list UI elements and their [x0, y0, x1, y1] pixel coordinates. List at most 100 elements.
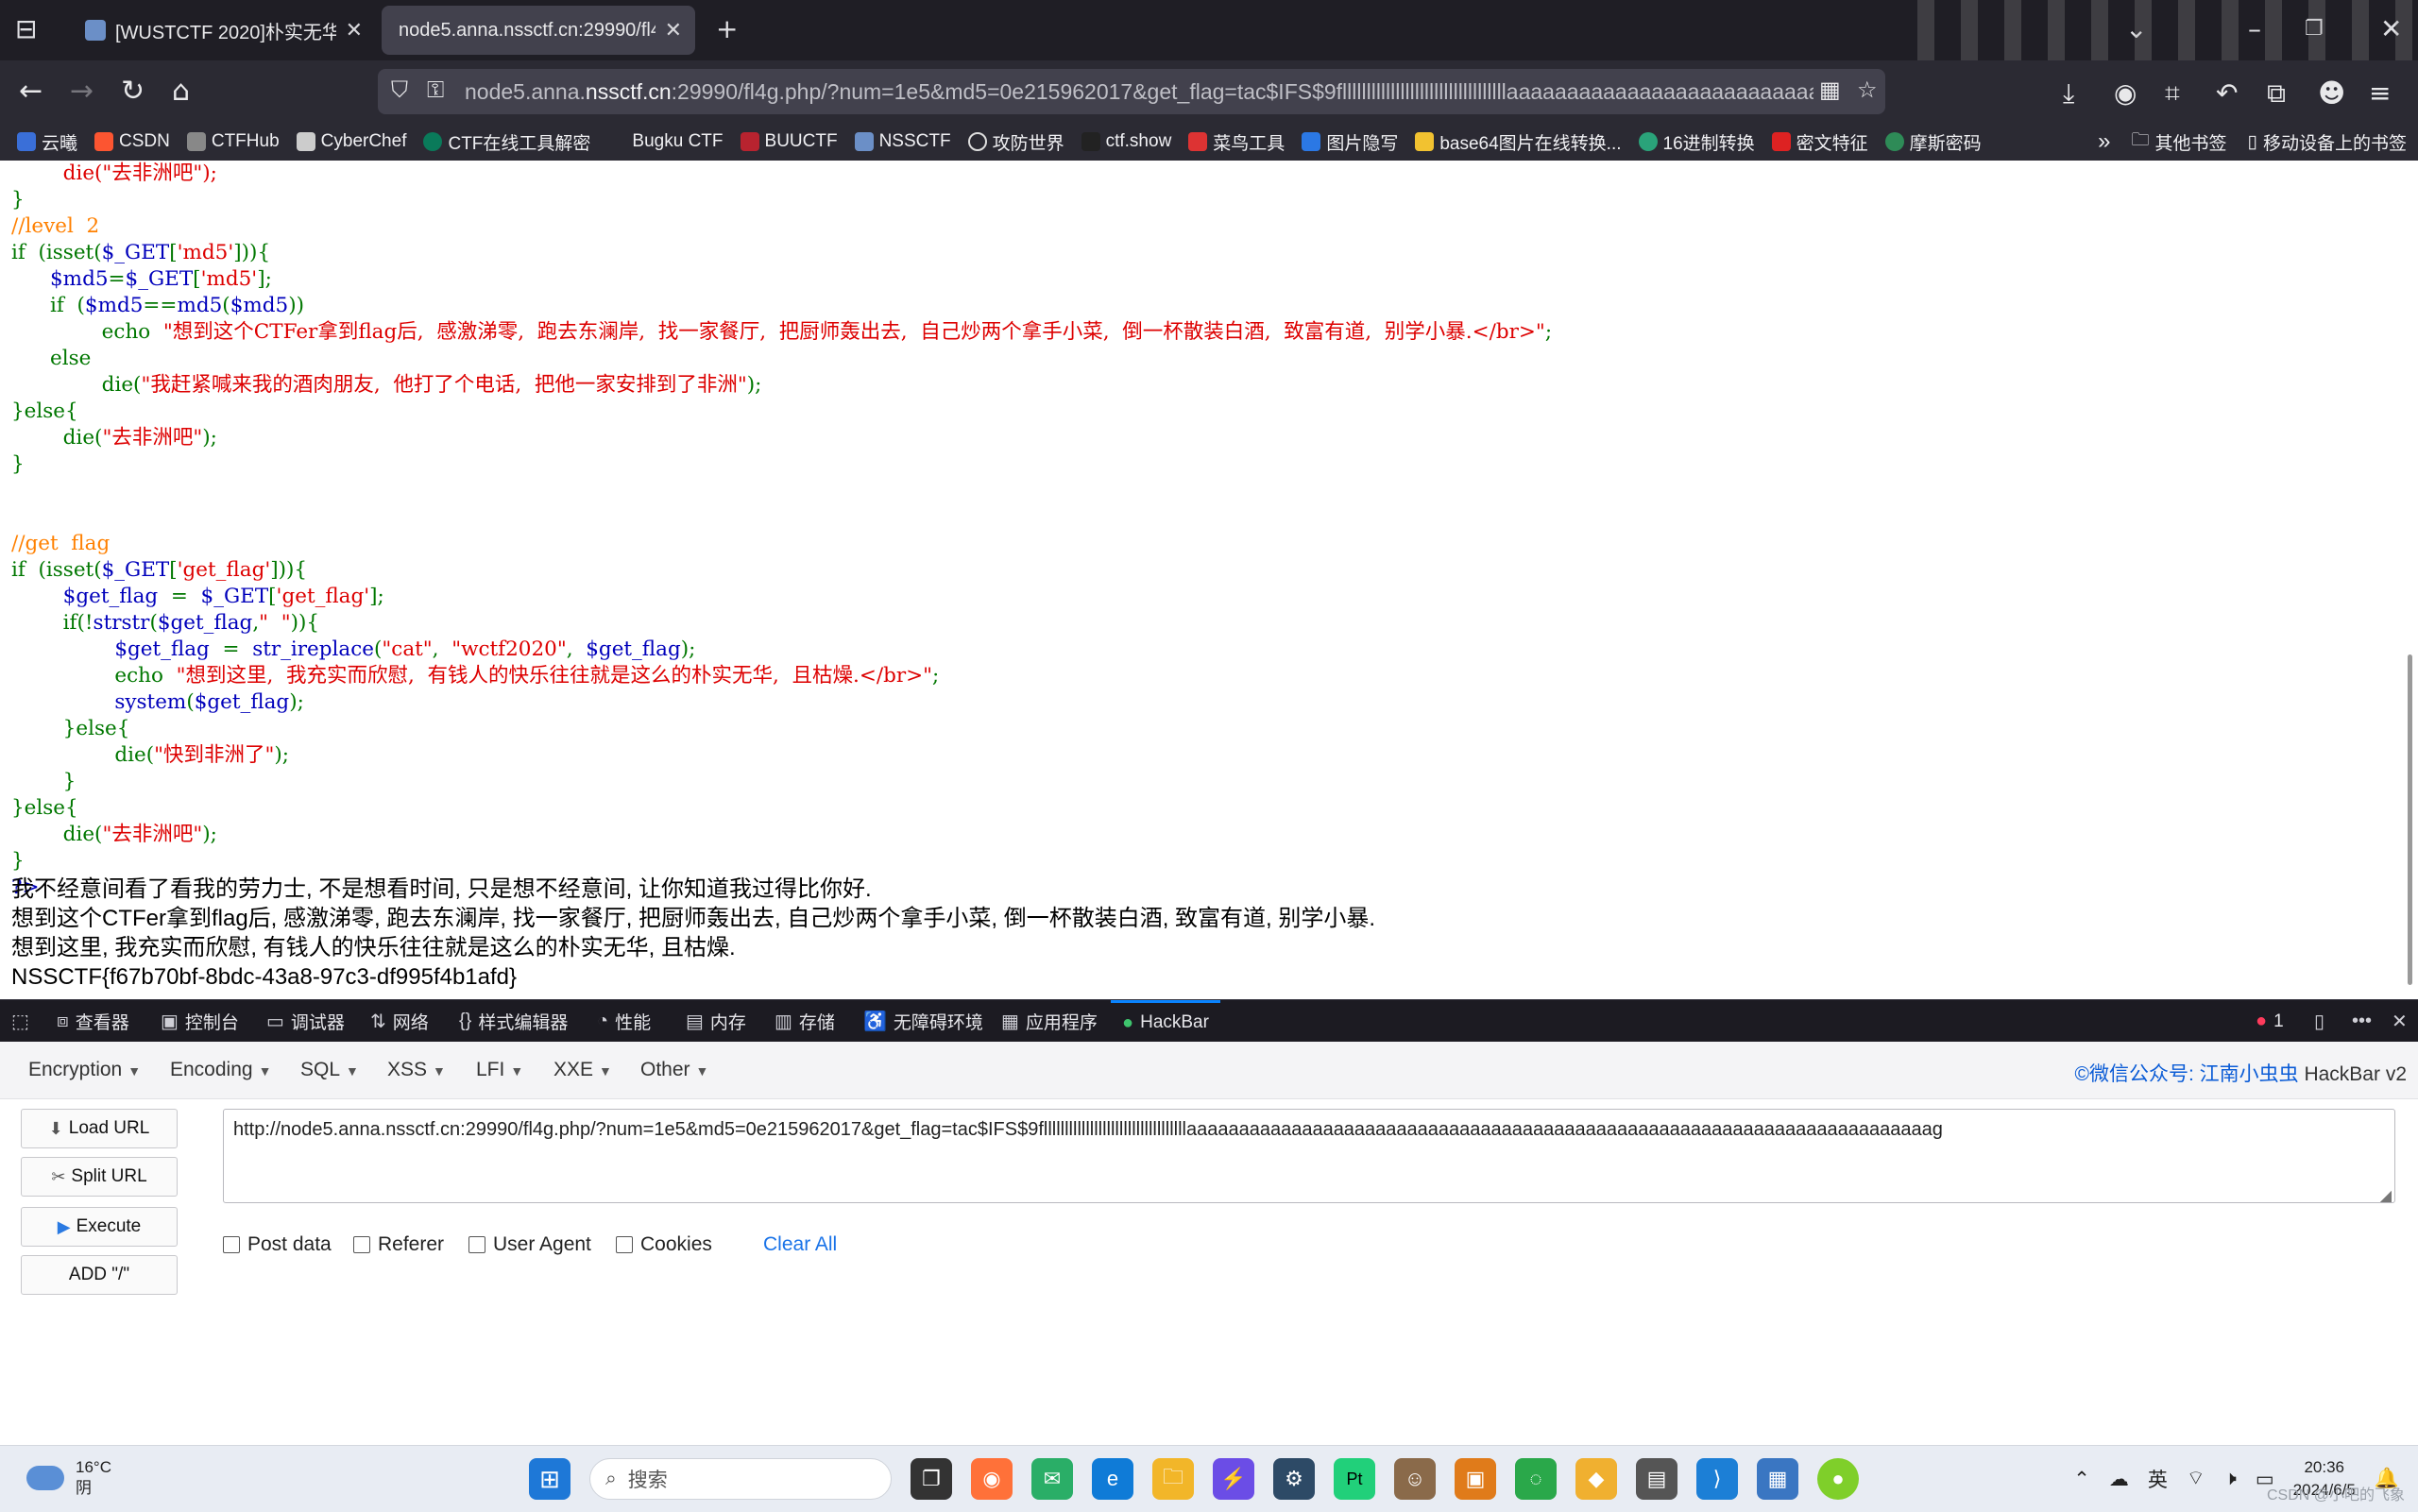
post-data-checkbox[interactable]: Post data [223, 1233, 332, 1256]
bookmark-ctf-tools[interactable]: CTF在线工具解密 [423, 129, 590, 155]
pycharm-icon[interactable]: Pt [1334, 1458, 1375, 1500]
ime-indicator[interactable]: 英 [2148, 1465, 2168, 1493]
app-lightning-icon[interactable]: ⚡ [1213, 1458, 1254, 1500]
checkbox-box[interactable] [468, 1236, 485, 1253]
insecure-lock-icon[interactable]: ⚿ [427, 76, 444, 103]
url-textarea[interactable]: http://node5.anna.nssctf.cn:29990/fl4g.p… [223, 1109, 2395, 1203]
add-slash-button[interactable]: ADD "/" [21, 1255, 178, 1295]
shield-icon[interactable]: ⛉ [391, 76, 408, 103]
home-icon[interactable]: ⌂ [172, 76, 190, 108]
close-devtools-icon[interactable]: ✕ [2392, 1000, 2408, 1043]
undo-icon[interactable]: ↶ [2216, 77, 2238, 109]
tab-hackbar[interactable]: ● HackBar [1111, 1000, 1220, 1043]
taskbar-search[interactable]: ⌕ 搜索 [589, 1458, 892, 1500]
menu-encoding[interactable]: Encoding ▼ [170, 1059, 271, 1081]
bookmark-nssctf[interactable]: NSSCTF [854, 131, 951, 152]
other-bookmarks[interactable]: 🗀 其他书签 [2131, 127, 2226, 157]
tab-console[interactable]: ▣ 控制台 [161, 1000, 239, 1043]
bookmark-cyberchef[interactable]: CyberChef [296, 131, 406, 152]
extensions-icon[interactable]: ⧉ [2267, 77, 2286, 110]
menu-icon[interactable]: ≡ [2369, 77, 2391, 109]
user-agent-checkbox[interactable]: User Agent [468, 1233, 591, 1256]
tab-network[interactable]: ⇅ 网络 [370, 1000, 429, 1043]
checkbox-box[interactable] [353, 1236, 370, 1253]
bookmark-base64-image[interactable]: base64图片在线转换... [1415, 129, 1622, 155]
app-window-icon[interactable]: ▤ [1636, 1458, 1677, 1500]
bookmark-morse[interactable]: 摩斯密码 [1884, 129, 1982, 155]
app-box-icon[interactable]: ▣ [1455, 1458, 1496, 1500]
forward-icon[interactable]: → [70, 76, 94, 108]
tab-inspector[interactable]: ⧈ 查看器 [57, 1000, 129, 1043]
checkbox-box[interactable] [223, 1236, 240, 1253]
tab-performance[interactable]: ◔ 性能 [597, 1000, 651, 1043]
app-circle-icon[interactable]: ◌ [1515, 1458, 1557, 1500]
bookmark-stego[interactable]: 图片隐写 [1302, 129, 1398, 155]
screenshot-icon[interactable]: ⌗ [2165, 77, 2180, 110]
new-tab-icon[interactable]: + [716, 13, 738, 44]
error-counter[interactable]: ● 1 [2256, 1000, 2284, 1043]
tab-accessibility[interactable]: ♿ 无障碍环境 [863, 1000, 983, 1043]
resize-handle-icon[interactable]: ◢ [2380, 1186, 2392, 1205]
reload-icon[interactable]: ↻ [121, 76, 145, 108]
bookmark-hex[interactable]: 16进制转换 [1638, 129, 1755, 155]
close-tab-icon[interactable]: ✕ [665, 18, 682, 42]
file-explorer-icon[interactable]: 🗀 [1152, 1458, 1194, 1500]
volume-icon[interactable]: 🕨 [2224, 1468, 2237, 1490]
bookmark-runoob[interactable]: 菜鸟工具 [1188, 129, 1285, 155]
element-picker-icon[interactable]: ⬚ [11, 1000, 29, 1043]
account-icon[interactable]: ◉ [2114, 77, 2137, 109]
app-orange-icon[interactable]: ◆ [1575, 1458, 1617, 1500]
download-icon[interactable]: ⤓ [2063, 77, 2074, 110]
menu-sql[interactable]: SQL ▼ [300, 1059, 359, 1081]
settings-gear-icon[interactable]: ⚙ [1273, 1458, 1315, 1500]
tab-wustctf[interactable]: [WUSTCTF 2020]朴实无华 | NS ✕ [68, 6, 376, 55]
address-bar[interactable]: ⛉ ⚿ node5.anna.nssctf.cn:29990/fl4g.php/… [378, 69, 1885, 114]
app-green-icon[interactable]: ● [1817, 1458, 1859, 1500]
wechat-icon[interactable]: ✉ [1031, 1458, 1073, 1500]
bookmark-ctfshow[interactable]: ctf.show [1081, 131, 1171, 152]
split-url-button[interactable]: ✂ Split URL [21, 1157, 178, 1197]
execute-button[interactable]: ▶ Execute [21, 1207, 178, 1247]
bookmark-ctfhub[interactable]: CTFHub [186, 131, 280, 152]
tab-style-editor[interactable]: {} 样式编辑器 [459, 1000, 568, 1043]
credit-link[interactable]: 江南小虫虫 [2200, 1063, 2299, 1085]
page-scrollbar[interactable] [2408, 654, 2412, 985]
edge-icon[interactable]: e [1092, 1458, 1133, 1500]
bookmark-adworld[interactable]: 攻防世界 [967, 129, 1064, 155]
mobile-bookmarks[interactable]: ▯ 移动设备上的书签 [2248, 129, 2407, 155]
clear-all-link[interactable]: Clear All [763, 1233, 837, 1256]
checkbox-box[interactable] [616, 1236, 633, 1253]
tab-debugger[interactable]: ▭ 调试器 [266, 1000, 345, 1043]
menu-xxe[interactable]: XXE ▼ [553, 1059, 612, 1081]
responsive-design-icon[interactable]: ▯ [2314, 1000, 2324, 1043]
url-text[interactable]: node5.anna.nssctf.cn:29990/fl4g.php/?num… [465, 79, 1820, 105]
menu-lfi[interactable]: LFI ▼ [476, 1059, 523, 1081]
menu-encryption[interactable]: Encryption ▼ [28, 1059, 141, 1081]
firefox-icon[interactable]: ◉ [971, 1458, 1013, 1500]
bookmarks-overflow-icon[interactable]: » [2098, 128, 2110, 155]
wifi-icon[interactable]: ⌔ [2187, 1467, 2205, 1491]
qr-code-icon[interactable]: ▦ [1814, 76, 1847, 103]
back-icon[interactable]: ← [19, 76, 43, 108]
notepad-icon[interactable]: ▦ [1757, 1458, 1798, 1500]
bookmark-buuctf[interactable]: BUUCTF [740, 131, 838, 152]
bookmark-yunxi[interactable]: 云曦 [17, 129, 77, 155]
tab-memory[interactable]: ▤ 内存 [686, 1000, 746, 1043]
bookmark-bugku[interactable]: Bugku CTF [607, 131, 723, 152]
tab-fl4g[interactable]: node5.anna.nssctf.cn:29990/fl4g. ✕ [382, 6, 695, 55]
bookmark-star-icon[interactable]: ☆ [1851, 76, 1883, 103]
load-url-button[interactable]: ⬇ Load URL [21, 1109, 178, 1148]
profile-avatar-icon[interactable]: ☻ [2318, 77, 2345, 109]
task-view-icon[interactable]: ❐ [911, 1458, 952, 1500]
vscode-icon[interactable]: ⟩ [1696, 1458, 1738, 1500]
menu-xss[interactable]: XSS ▼ [387, 1059, 446, 1081]
app-character-icon[interactable]: ☺ [1394, 1458, 1436, 1500]
weather-widget[interactable]: 16°C 阴 [26, 1457, 111, 1499]
close-tab-icon[interactable]: ✕ [346, 18, 363, 42]
referer-checkbox[interactable]: Referer [353, 1233, 444, 1256]
bookmark-cipher[interactable]: 密文特征 [1771, 129, 1868, 155]
tab-storage[interactable]: ▥ 存储 [775, 1000, 835, 1043]
tab-list-icon[interactable]: ⊟ [15, 13, 37, 44]
windows-start-icon[interactable]: ⊞ [529, 1458, 570, 1500]
more-options-icon[interactable]: ••• [2352, 1000, 2372, 1043]
